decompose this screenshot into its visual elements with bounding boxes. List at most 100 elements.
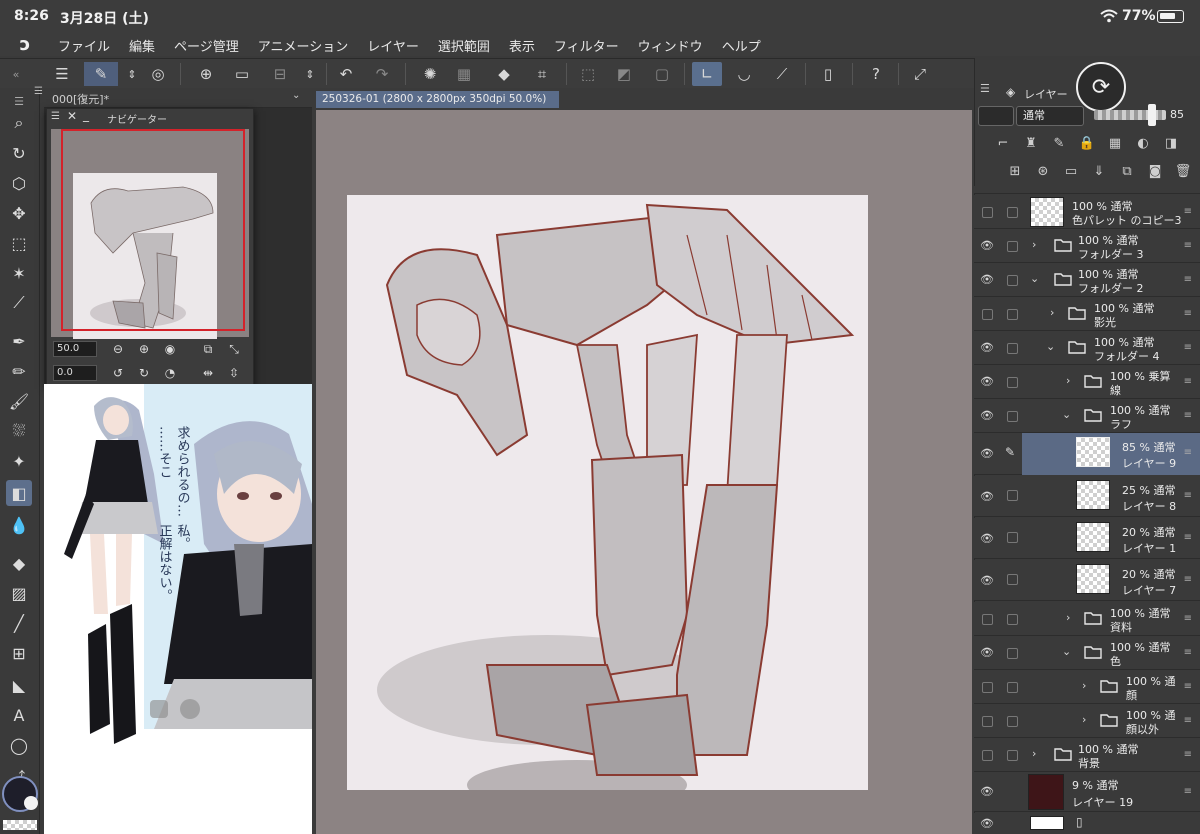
- eye-icon[interactable]: 👁: [980, 785, 994, 798]
- chevron-down-icon[interactable]: ⌄: [1062, 645, 1071, 658]
- chevron-down-icon[interactable]: ⌄: [1030, 272, 1039, 285]
- chevron-right-icon[interactable]: ›: [1082, 679, 1086, 692]
- undo-icon[interactable]: ↶: [334, 62, 358, 86]
- eye-icon[interactable]: 👁: [980, 447, 994, 460]
- select-checkbox[interactable]: [1007, 574, 1018, 585]
- airbrush-tool-icon[interactable]: ⛆: [6, 418, 32, 444]
- merge-down-icon[interactable]: ⧉: [1118, 162, 1136, 180]
- select-checkbox[interactable]: [1007, 343, 1018, 354]
- chevron-right-icon[interactable]: ›: [1032, 238, 1036, 251]
- layer-row[interactable]: 👁 20 % 通常 レイヤー 7 ≡: [974, 560, 1200, 601]
- drag-handle-icon[interactable]: ≡: [1184, 342, 1192, 353]
- folder-row[interactable]: 👁 › 100 % 乗算 線 ≡: [974, 365, 1200, 399]
- select-checkbox[interactable]: [1007, 648, 1018, 659]
- layer-mask-icon[interactable]: ◙: [1146, 162, 1164, 180]
- visibility-checkbox[interactable]: [982, 309, 993, 320]
- text-tool-icon[interactable]: A: [6, 702, 32, 728]
- collapse-left-icon[interactable]: «: [4, 62, 28, 86]
- layer-row-partial[interactable]: [974, 186, 1200, 194]
- open-folder-icon[interactable]: ▭: [230, 62, 254, 86]
- fit-window-icon[interactable]: ⧉: [199, 340, 217, 358]
- lock-transparency-icon[interactable]: ▦: [1106, 134, 1124, 152]
- sub-view-file-label[interactable]: 000[復元]*: [52, 91, 109, 107]
- folder-row[interactable]: 👁 › 100 % 通常 フォルダー 3 ≡: [974, 229, 1200, 263]
- zoom-field[interactable]: 50.0: [53, 341, 97, 357]
- eye-icon[interactable]: 👁: [980, 341, 994, 354]
- drag-handle-icon[interactable]: ≡: [1184, 574, 1192, 585]
- mask-enable-icon[interactable]: ◐: [1134, 134, 1152, 152]
- 3d-cube-tool-icon[interactable]: ⬡: [6, 170, 32, 196]
- folder-row[interactable]: 👁 ⌄ 100 % 通常 色 ≡: [974, 636, 1200, 670]
- line-tool-icon[interactable]: ╱: [6, 610, 32, 636]
- folder-row[interactable]: › 100 % 通 顔以外 ≡: [974, 704, 1200, 738]
- balloon-tool-icon[interactable]: ◯: [6, 732, 32, 758]
- zoom-in-icon[interactable]: ⊕: [135, 340, 153, 358]
- new-folder-icon[interactable]: ▭: [1062, 162, 1080, 180]
- save-switch-icon[interactable]: ⇕: [298, 62, 322, 86]
- new-vector-layer-icon[interactable]: ⊛: [1034, 162, 1052, 180]
- opacity-value[interactable]: 85: [1170, 108, 1184, 121]
- blend-tool-icon[interactable]: 💧: [6, 512, 32, 538]
- flip-horizontal-icon[interactable]: ⇹: [199, 364, 217, 382]
- drag-handle-icon[interactable]: ≡: [1184, 274, 1192, 285]
- transparent-color-swatch[interactable]: [3, 820, 37, 830]
- ruler-snap-icon[interactable]: ∟: [692, 62, 722, 86]
- folder-row[interactable]: › 100 % 通 顔 ≡: [974, 670, 1200, 704]
- blend-mode-select[interactable]: 通常: [1016, 106, 1084, 126]
- select-checkbox[interactable]: [1007, 377, 1018, 388]
- panel-menu-icon[interactable]: ☰: [980, 82, 990, 95]
- menu-edit[interactable]: 編集: [129, 36, 155, 55]
- menu-animation[interactable]: アニメーション: [258, 36, 348, 55]
- eye-icon[interactable]: 👁: [980, 239, 994, 252]
- navigator-header[interactable]: ☰ ✕ _ ナビゲーター: [47, 108, 253, 127]
- rotate-right-icon[interactable]: ↻: [135, 364, 153, 382]
- folder-row[interactable]: › 100 % 通常 資料 ≡: [974, 602, 1200, 636]
- ruler-show-icon[interactable]: ◨: [1162, 134, 1180, 152]
- rotate-left-icon[interactable]: ↺: [109, 364, 127, 382]
- folder-row[interactable]: 👁 ⌄ 100 % 通常 フォルダー 4 ≡: [974, 331, 1200, 365]
- magic-wand-tool-icon[interactable]: ✶: [6, 260, 32, 286]
- lasso-move-tool-icon[interactable]: ↻: [6, 140, 32, 166]
- visibility-checkbox[interactable]: [982, 716, 993, 727]
- new-file-icon[interactable]: ⊕: [194, 62, 218, 86]
- grip-icon[interactable]: ☰: [51, 111, 60, 122]
- chevron-right-icon[interactable]: ›: [1050, 306, 1054, 319]
- mode-switch-icon[interactable]: ⇕: [120, 62, 144, 86]
- pencil-tool-icon[interactable]: ✏: [6, 358, 32, 384]
- layer-stack-icon[interactable]: ◈: [1006, 85, 1015, 99]
- select-checkbox[interactable]: [1007, 532, 1018, 543]
- delete-layer-icon[interactable]: 🗑: [1174, 162, 1192, 180]
- drag-handle-icon[interactable]: ≡: [1184, 647, 1192, 658]
- loading-icon[interactable]: ✺: [418, 62, 442, 86]
- zoom-tool-icon[interactable]: ⌕: [6, 110, 32, 136]
- drag-handle-icon[interactable]: ≡: [1184, 681, 1192, 692]
- crop-icon[interactable]: ⌗: [530, 62, 554, 86]
- zoom-reset-icon[interactable]: ◉: [161, 340, 179, 358]
- select-checkbox[interactable]: [1007, 411, 1018, 422]
- edit-mode-icon[interactable]: ✎: [84, 62, 118, 86]
- drag-handle-icon[interactable]: ≡: [1184, 715, 1192, 726]
- drag-handle-icon[interactable]: ≡: [1184, 410, 1192, 421]
- folder-row[interactable]: › 100 % 通常 影光 ≡: [974, 297, 1200, 331]
- eye-icon[interactable]: 👁: [980, 409, 994, 422]
- drag-handle-icon[interactable]: ≡: [1184, 613, 1192, 624]
- visibility-checkbox[interactable]: [982, 750, 993, 761]
- menu-window[interactable]: ウィンドウ: [638, 36, 703, 55]
- folder-row[interactable]: 👁 ⌄ 100 % 通常 ラフ ≡: [974, 399, 1200, 433]
- menu-filter[interactable]: フィルター: [554, 36, 619, 55]
- folder-row[interactable]: 👁 ⌄ 100 % 通常 フォルダー 2 ≡: [974, 263, 1200, 297]
- select-checkbox[interactable]: [1007, 207, 1018, 218]
- draft-layer-icon[interactable]: ✎: [1050, 134, 1068, 152]
- chevron-down-icon[interactable]: ⌄: [1062, 408, 1071, 421]
- fullscreen-icon[interactable]: ⤢: [908, 62, 932, 86]
- reference-layer-icon[interactable]: ♜: [1022, 134, 1040, 152]
- select-checkbox[interactable]: [1007, 275, 1018, 286]
- chevron-down-icon[interactable]: ⌄: [1046, 340, 1055, 353]
- fit-screen-icon[interactable]: ⤡: [225, 340, 243, 358]
- invert-selection-icon[interactable]: ◩: [612, 62, 636, 86]
- menu-layer[interactable]: レイヤー: [367, 36, 419, 55]
- brush-bowl-icon[interactable]: ◡: [732, 62, 756, 86]
- select-checkbox[interactable]: [1007, 682, 1018, 693]
- eyedropper-tool-icon[interactable]: ⟋: [6, 290, 32, 316]
- chevron-right-icon[interactable]: ›: [1082, 713, 1086, 726]
